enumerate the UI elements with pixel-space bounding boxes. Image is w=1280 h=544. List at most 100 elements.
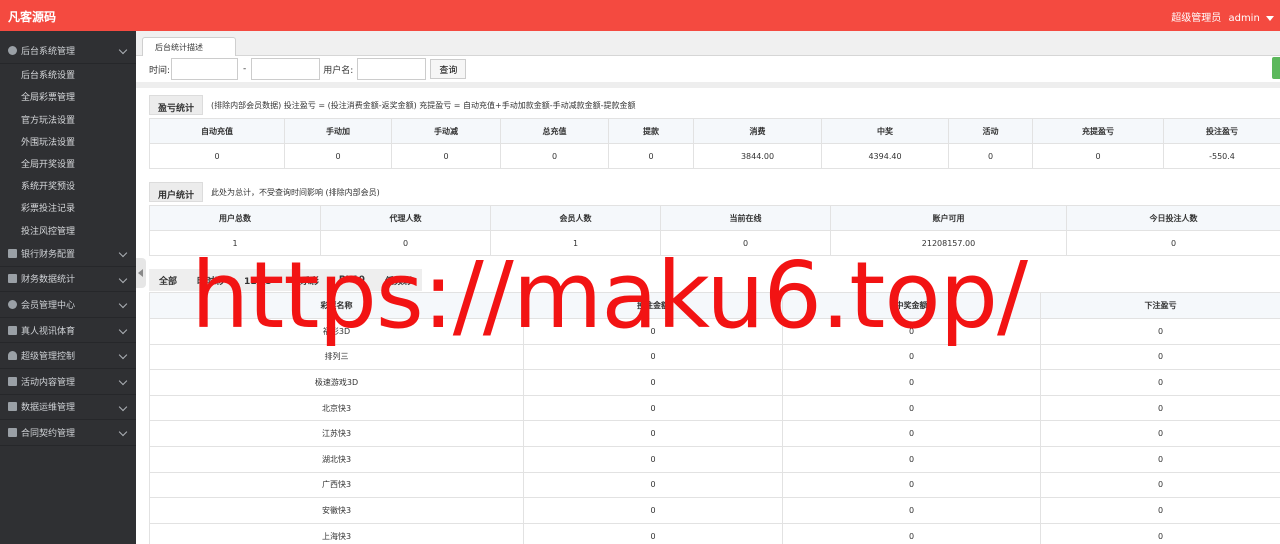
column-header: 今日投注人数: [1066, 205, 1280, 231]
bet-amount: 0: [523, 497, 783, 524]
sidebar-group-activity[interactable]: 活动内容管理: [0, 369, 136, 395]
table-cell: 0: [660, 230, 831, 256]
chevron-down-icon: [118, 325, 128, 335]
sidebar-group-system[interactable]: 后台系统管理: [0, 38, 136, 64]
tab-lowfreq[interactable]: 低频彩: [375, 274, 422, 287]
top-bar: 凡客源码 超级管理员 admin: [0, 0, 1280, 31]
sidebar-group-members[interactable]: 会员管理中心: [0, 292, 136, 318]
sidebar: 后台系统管理 后台系统设置 全局彩票管理 官方玩法设置 外围玩法设置 全局开奖设…: [0, 31, 136, 544]
table-cell: 0: [284, 143, 392, 169]
bet-profit: 0: [1040, 522, 1280, 544]
start-date-input[interactable]: [171, 58, 239, 80]
username-input[interactable]: [357, 58, 427, 80]
user-menu[interactable]: 超级管理员 admin: [1171, 9, 1274, 24]
lottery-name: 福彩3D: [149, 318, 524, 345]
brand-logo[interactable]: 凡客源码: [8, 8, 56, 25]
win-amount: 0: [782, 420, 1041, 447]
table-cell: 4394.40: [821, 143, 949, 169]
bet-profit: 0: [1040, 497, 1280, 524]
column-header: 手动加: [284, 118, 392, 144]
win-amount: 0: [782, 369, 1041, 396]
chevron-down-icon: [118, 248, 128, 258]
sidebar-item-lottery-manage[interactable]: 全局彩票管理: [0, 86, 136, 108]
sidebar-group-finance[interactable]: 财务数据统计: [0, 267, 136, 293]
table-row: 北京快3 0 0 0: [149, 394, 1280, 422]
user-icon: [8, 351, 17, 361]
table-cell: 1: [490, 230, 661, 256]
table-cell: 0: [1066, 230, 1280, 256]
sidebar-group-live[interactable]: 真人视讯体育: [0, 318, 136, 344]
action-button[interactable]: [1272, 57, 1280, 79]
column-header: 用户总数: [149, 205, 321, 231]
sidebar-group-label: 活动内容管理: [21, 377, 76, 388]
profit-title: 盈亏统计: [149, 95, 204, 115]
tab-ssc[interactable]: 时时彩: [187, 274, 234, 287]
lottery-name: 极速游戏3D: [149, 369, 524, 396]
win-amount: 0: [782, 343, 1041, 371]
table-row: 上海快3 0 0 0: [149, 522, 1280, 544]
sidebar-group-super-admin[interactable]: 超级管理控制: [0, 343, 136, 370]
sidebar-group-contract[interactable]: 合同契约管理: [0, 420, 136, 446]
sidebar-item-risk-control[interactable]: 投注风控管理: [0, 219, 136, 241]
bet-amount: 0: [523, 369, 783, 396]
column-header: 提款: [608, 118, 694, 144]
tab-11x5[interactable]: 11选5: [234, 274, 282, 287]
users-note: 此处为总计，不受查询时间影响 (排除内部会员): [211, 187, 380, 197]
chevron-down-icon: [118, 351, 128, 360]
chevron-down-icon: [118, 45, 128, 55]
table-cell: 0: [948, 143, 1033, 169]
table-cell: 3844.00: [693, 143, 822, 169]
table-cell: 1: [149, 230, 321, 256]
end-date-input[interactable]: [251, 58, 321, 80]
table-row: 福彩3D 0 0 0: [149, 318, 1280, 345]
bet-amount: 0: [523, 343, 783, 371]
sidebar-group-bank[interactable]: 银行财务配置: [0, 241, 136, 267]
bet-amount: 0: [523, 445, 783, 473]
tab-kuaile[interactable]: 快乐彩: [282, 274, 329, 287]
chevron-down-icon: [118, 274, 128, 283]
table-row: 排列三 0 0 0: [149, 343, 1280, 371]
tab-bar: 后台统计描述: [136, 31, 1280, 56]
table-cell: 0: [391, 143, 501, 169]
bet-profit: 0: [1040, 369, 1280, 396]
table-row: 安徽快3 0 0 0: [149, 497, 1280, 524]
column-header: 彩票名称: [149, 292, 524, 319]
sidebar-collapse-toggle[interactable]: [136, 258, 146, 288]
sidebar-group-ops[interactable]: 数据运维管理: [0, 395, 136, 421]
sidebar-item-bet-records[interactable]: 彩票投注记录: [0, 197, 136, 219]
sidebar-group-label: 财务数据统计: [21, 275, 76, 286]
table-cell: 0: [1032, 143, 1164, 169]
filter-bar: 时间: - 用户名: 查询: [149, 58, 467, 80]
sidebar-group-label: 后台系统管理: [21, 46, 76, 57]
video-icon: [8, 325, 17, 335]
column-header: 代理人数: [320, 205, 491, 231]
lottery-name: 排列三: [149, 343, 524, 371]
column-header: 活动: [948, 118, 1033, 144]
column-header: 账户可用: [830, 205, 1067, 231]
chevron-down-icon: [1266, 15, 1274, 21]
users-section-header: 用户统计 此处为总计，不受查询时间影响 (排除内部会员): [149, 182, 380, 202]
chart-icon: [8, 274, 17, 284]
sidebar-item-official-play[interactable]: 官方玩法设置: [0, 108, 136, 130]
column-header: 中奖金额: [782, 292, 1041, 319]
sidebar-item-draw-settings[interactable]: 全局开奖设置: [0, 152, 136, 174]
sidebar-item-system-settings[interactable]: 后台系统设置: [0, 64, 136, 86]
tab-stats[interactable]: 后台统计描述: [142, 37, 236, 56]
sidebar-item-draw-preset[interactable]: 系统开奖预设: [0, 175, 136, 197]
sidebar-group-label: 合同契约管理: [21, 429, 76, 440]
table-row: 江苏快3 0 0 0: [149, 420, 1280, 447]
users-table: 用户总数 代理人数 会员人数 当前在线 账户可用 今日投注人数 1 0 1 0 …: [149, 205, 1280, 256]
divider: [136, 82, 1280, 88]
time-label: 时间:: [149, 65, 171, 76]
query-button[interactable]: 查询: [430, 59, 467, 79]
lottery-name: 江苏快3: [149, 420, 524, 447]
sidebar-item-external-play[interactable]: 外围玩法设置: [0, 130, 136, 152]
column-header: 投注金额: [523, 292, 783, 319]
win-amount: 0: [782, 522, 1041, 544]
users-icon: [8, 300, 17, 310]
tab-all[interactable]: 全部: [149, 274, 187, 287]
tab-pk10[interactable]: PK10: [329, 275, 375, 285]
list-icon: [8, 376, 17, 386]
bet-amount: 0: [523, 471, 783, 499]
column-header: 总充值: [500, 118, 609, 144]
